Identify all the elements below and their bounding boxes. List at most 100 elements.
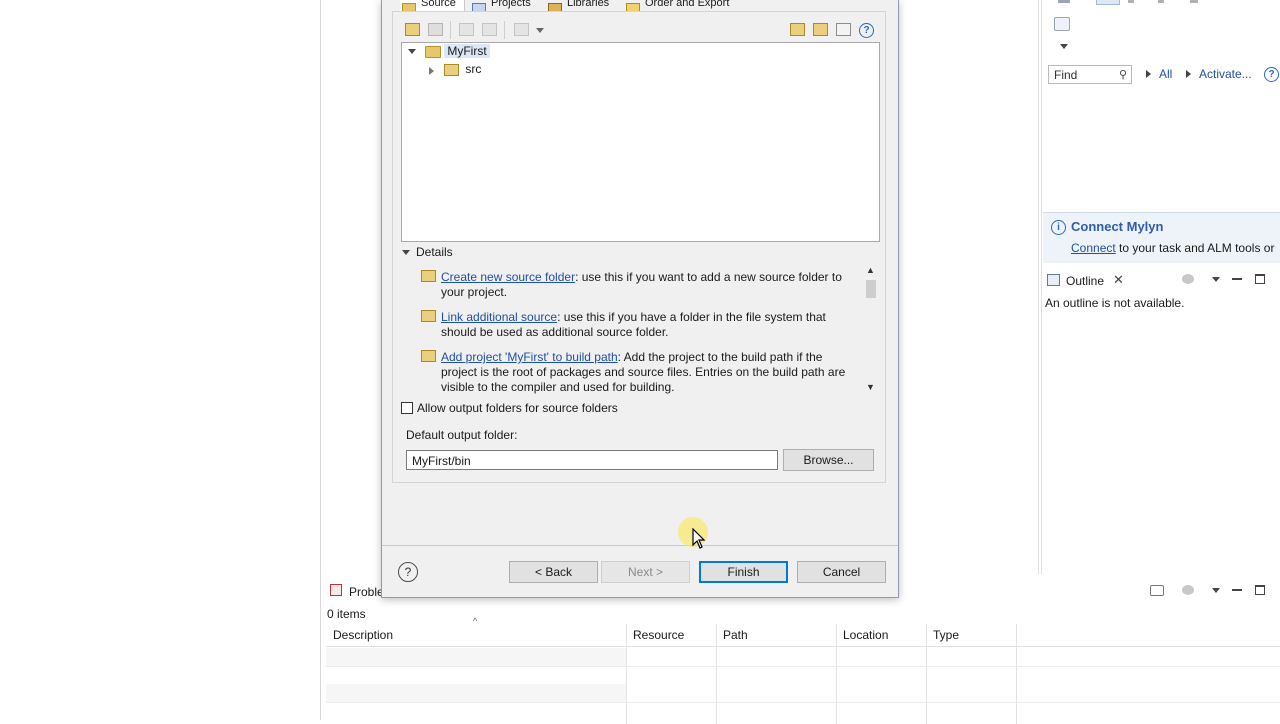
help-icon[interactable]: ? bbox=[859, 23, 874, 38]
sync-icon[interactable] bbox=[1182, 274, 1194, 284]
tab-source-label: Source bbox=[421, 0, 456, 9]
package-explorer-pane bbox=[0, 0, 321, 720]
project-folder-icon bbox=[425, 45, 441, 58]
add-project-link[interactable]: Add project 'MyFirst' to build path bbox=[441, 350, 618, 364]
detail-text: Add project 'MyFirst' to build path: Add… bbox=[441, 350, 846, 395]
new-source-folder-icon bbox=[421, 270, 436, 282]
back-button[interactable]: < Back bbox=[509, 561, 598, 583]
detail-text: Create new source folder: use this if yo… bbox=[441, 270, 846, 300]
activate-link[interactable]: Activate... bbox=[1199, 67, 1252, 81]
info-icon: i bbox=[1051, 220, 1066, 235]
toolbar-separator bbox=[450, 21, 451, 39]
column-location[interactable]: Location bbox=[843, 628, 888, 642]
scrollbar-thumb[interactable] bbox=[866, 280, 876, 298]
help-button[interactable]: ? bbox=[398, 562, 418, 582]
tree-item-src-label: src bbox=[465, 62, 482, 76]
view-menu-icon[interactable] bbox=[1212, 277, 1220, 282]
tab-problems[interactable]: Proble bbox=[349, 585, 384, 599]
find-input[interactable]: Find ⚲ bbox=[1048, 65, 1132, 84]
tab-outline[interactable]: Outline bbox=[1066, 274, 1104, 288]
chevron-down-icon[interactable] bbox=[536, 28, 544, 33]
tab-projects-label: Projects bbox=[491, 0, 531, 9]
chevron-down-icon[interactable] bbox=[408, 49, 416, 54]
new-source-folder-icon[interactable] bbox=[790, 23, 805, 36]
filter-icon[interactable] bbox=[514, 23, 529, 36]
chevron-right-icon bbox=[1186, 70, 1191, 78]
table-row-divider bbox=[326, 666, 1280, 667]
maximize-icon[interactable] bbox=[1255, 274, 1265, 284]
create-source-folder-link[interactable]: Create new source folder bbox=[441, 270, 575, 284]
link-source-icon[interactable] bbox=[428, 23, 443, 36]
toolbar-fragment-icon[interactable] bbox=[1158, 0, 1164, 3]
details-scrollbar[interactable]: ▲ ▼ bbox=[864, 264, 878, 396]
view-menu-icon[interactable] bbox=[1060, 44, 1068, 49]
chevron-right-icon[interactable] bbox=[429, 67, 434, 75]
column-separator[interactable] bbox=[716, 624, 717, 724]
sync-icon[interactable] bbox=[1182, 585, 1194, 595]
details-collapse-icon[interactable] bbox=[402, 250, 410, 255]
table-row bbox=[326, 648, 626, 666]
help-icon[interactable]: ? bbox=[1264, 67, 1279, 82]
table-row-divider bbox=[326, 702, 1280, 703]
problems-count: 0 items bbox=[327, 607, 366, 621]
toolbar-separator bbox=[504, 21, 505, 39]
outline-icon bbox=[1047, 274, 1060, 286]
add-folder-icon[interactable] bbox=[405, 23, 420, 36]
build-path-tabs: Source Projects Libraries Order and Expo… bbox=[392, 0, 886, 14]
column-separator[interactable] bbox=[926, 624, 927, 724]
add-project-icon bbox=[421, 350, 436, 362]
tab-libraries-label: Libraries bbox=[567, 0, 610, 9]
connect-link[interactable]: Connect bbox=[1071, 241, 1116, 255]
column-separator[interactable] bbox=[626, 624, 627, 724]
finish-button[interactable]: Finish bbox=[699, 561, 788, 583]
tree-item-project-label: MyFirst bbox=[444, 44, 490, 58]
sort-up-icon: ^ bbox=[473, 616, 478, 626]
scroll-down-icon[interactable]: ▼ bbox=[866, 382, 875, 392]
minimize-icon[interactable] bbox=[1232, 278, 1242, 280]
view-menu-icon[interactable] bbox=[1212, 588, 1220, 593]
tree-item-src[interactable]: src bbox=[444, 61, 481, 78]
column-separator[interactable] bbox=[836, 624, 837, 724]
task-list-icon[interactable] bbox=[1054, 17, 1070, 31]
footer-separator bbox=[382, 545, 898, 546]
close-icon[interactable]: ✕ bbox=[1113, 272, 1124, 288]
link-folder-icon[interactable] bbox=[813, 23, 828, 36]
tree-item-project[interactable]: MyFirst bbox=[425, 43, 490, 60]
browse-button[interactable]: Browse... bbox=[783, 449, 874, 471]
filter-icon[interactable] bbox=[1150, 585, 1164, 596]
table-row bbox=[326, 684, 626, 702]
remove-icon[interactable] bbox=[836, 23, 851, 36]
link-additional-source-link[interactable]: Link additional source bbox=[441, 310, 557, 324]
mylyn-title: Connect Mylyn bbox=[1071, 219, 1164, 234]
allow-output-label[interactable]: Allow output folders for source folders bbox=[417, 401, 618, 415]
mylyn-description: to your task and ALM tools or bbox=[1115, 241, 1275, 255]
allow-output-checkbox[interactable] bbox=[401, 402, 413, 414]
package-folder-icon bbox=[444, 63, 459, 76]
output-folder-input[interactable]: MyFirst/bin bbox=[406, 450, 778, 470]
toolbar-fragment-icon[interactable] bbox=[1190, 0, 1198, 3]
column-separator[interactable] bbox=[1016, 624, 1017, 724]
scroll-up-icon[interactable]: ▲ bbox=[866, 265, 875, 275]
cancel-button[interactable]: Cancel bbox=[797, 561, 886, 583]
tab-order-export-label: Order and Export bbox=[645, 0, 730, 9]
problems-table-header: Description ^ Resource Path Location Typ… bbox=[326, 616, 1280, 724]
column-resource[interactable]: Resource bbox=[633, 628, 684, 642]
toolbar-fragment-icon[interactable] bbox=[1058, 0, 1070, 3]
toolbar-fragment-icon[interactable] bbox=[1128, 0, 1134, 3]
expand-all-icon[interactable] bbox=[459, 23, 474, 36]
maximize-icon[interactable] bbox=[1255, 585, 1265, 595]
next-button[interactable]: Next > bbox=[601, 561, 690, 583]
minimize-icon[interactable] bbox=[1232, 589, 1242, 591]
mylyn-text: Connect to your task and ALM tools or bbox=[1071, 241, 1274, 255]
collapse-all-icon[interactable] bbox=[482, 23, 497, 36]
column-type[interactable]: Type bbox=[933, 628, 959, 642]
column-description[interactable]: Description bbox=[333, 628, 393, 642]
search-icon: ⚲ bbox=[1118, 69, 1127, 81]
toolbar-fragment-icon[interactable] bbox=[1096, 0, 1120, 5]
column-path[interactable]: Path bbox=[723, 628, 748, 642]
find-placeholder: Find bbox=[1054, 68, 1078, 82]
detail-text: Link additional source: use this if you … bbox=[441, 310, 846, 340]
chevron-right-icon bbox=[1146, 70, 1151, 78]
all-link[interactable]: All bbox=[1159, 67, 1172, 81]
details-title[interactable]: Details bbox=[416, 245, 453, 259]
